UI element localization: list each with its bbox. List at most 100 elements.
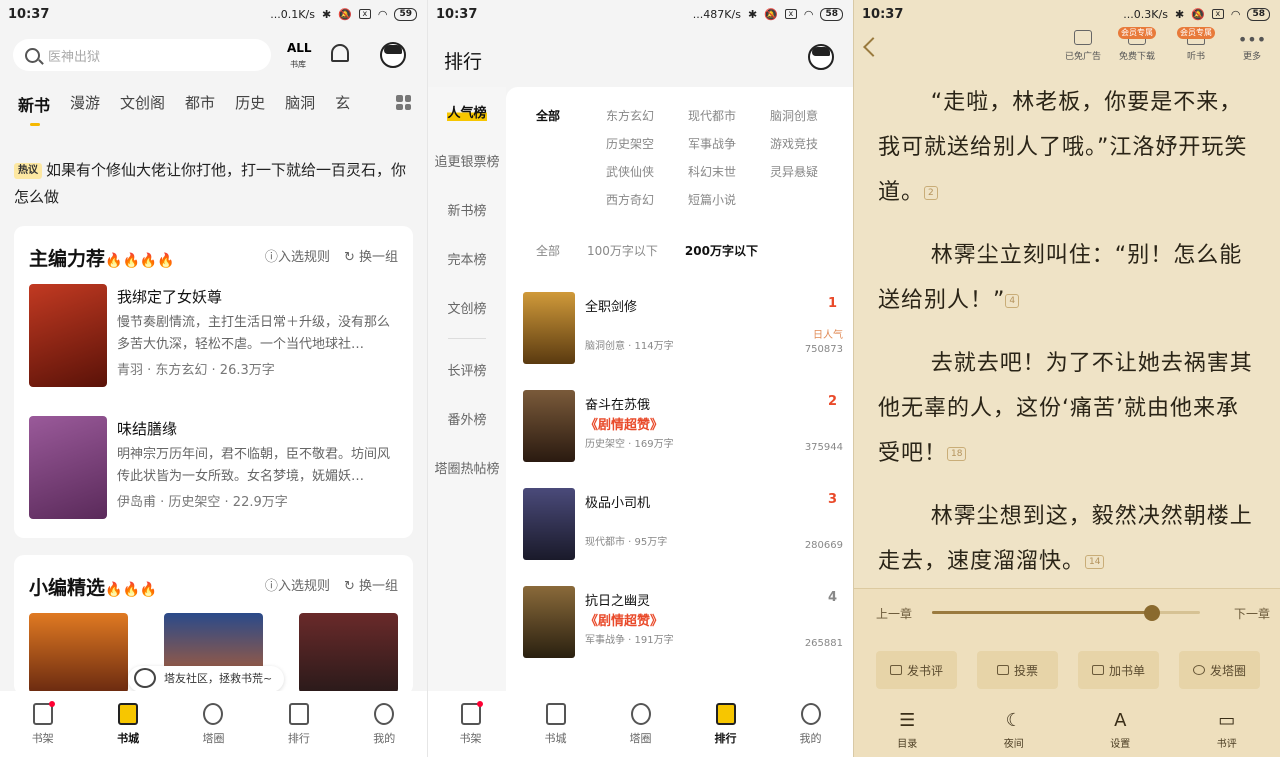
book-item[interactable]: 味结膳缘 明神宗万历年间，君不临朝，臣不敬君。坊间风传此状皆为一女所致。女名梦境… (29, 416, 399, 519)
rank-item[interactable]: 奋斗在苏俄 《剧情超赞》 历史架空 · 169万字 2 375944 (523, 390, 843, 464)
vote-button[interactable]: 投票 (977, 651, 1058, 689)
filter-length[interactable]: 全部 (536, 242, 560, 259)
filter-length[interactable]: 100万字以下 (587, 242, 658, 259)
hot-topic[interactable]: 热议 如果有个修仙大佬让你打他，打一下就给一百灵石，你怎么做 (14, 157, 414, 211)
filter-genre[interactable]: 脑洞创意 (770, 107, 852, 124)
prev-chapter-button[interactable]: 上一章 (876, 605, 912, 622)
filter-genre[interactable]: 短篇小说 (688, 191, 770, 208)
rule-link[interactable]: ⓘ入选规则 (265, 246, 330, 265)
tab-fantasy[interactable]: 玄 (335, 92, 350, 116)
night-mode-button[interactable]: ☾ 夜间 (984, 710, 1044, 750)
filter-genre[interactable]: 灵异悬疑 (770, 163, 852, 180)
rank-item[interactable]: 抗日之幽灵 《剧情超赞》 军事战争 · 191万字 4 265881 (523, 586, 843, 660)
bell-icon[interactable] (331, 44, 349, 62)
side-complete[interactable]: 完本榜 (428, 234, 506, 283)
review-button[interactable]: 发书评 (876, 651, 957, 689)
side-ticket[interactable]: 追更银票榜 (428, 136, 506, 185)
rank-item[interactable]: 全职剑修 脑洞创意 · 114万字 1 日人气 750873 (523, 292, 843, 366)
filter-genre[interactable]: 武侠仙侠 (606, 163, 688, 180)
rank-number: 2 (827, 394, 837, 409)
filter-all[interactable]: 全部 (536, 107, 606, 124)
nav-bookshelf[interactable]: 书架 (441, 700, 501, 746)
nav-mine[interactable]: 我的 (781, 702, 841, 746)
nav-mine[interactable]: 我的 (354, 702, 414, 746)
nav-ranking[interactable]: 排行 (696, 702, 756, 746)
tab-comic[interactable]: 漫游 (70, 92, 100, 116)
nav-circle[interactable]: 塔圈 (611, 702, 671, 746)
reader-bottom-bar: ☰ 目录 ☾ 夜间 A 设置 ▭ 书评 (854, 703, 1280, 757)
side-wenchuang[interactable]: 文创榜 (428, 283, 506, 332)
filter-length[interactable]: 200万字以下 (685, 242, 758, 259)
library-button[interactable]: ALL 书库 (287, 42, 312, 70)
side-new[interactable]: 新书榜 (428, 185, 506, 234)
search-input[interactable]: 医神出狱 (13, 39, 271, 71)
comments-button[interactable]: ▭ 书评 (1197, 710, 1257, 750)
more-icon: ••• (1237, 30, 1267, 49)
next-chapter-button[interactable]: 下一章 (1234, 605, 1270, 622)
book-cover[interactable] (299, 613, 398, 693)
tab-urban[interactable]: 都市 (185, 92, 215, 116)
book-item[interactable]: 我绑定了女妖尊 慢节奏剧情流，主打生活日常＋升级，没有那么多苦大仇深，轻松不虐。… (29, 284, 399, 387)
avatar[interactable] (808, 44, 834, 70)
status-time: 10:37 (436, 6, 478, 22)
comment-count[interactable]: 18 (947, 447, 967, 461)
bookstore-screen: 10:37 ...0.1K/s ✱ 🔕 x ◠ 59 医神出狱 ALL 书库 新书 漫游 文… (0, 0, 427, 757)
filter-genre[interactable]: 科幻末世 (688, 163, 770, 180)
comment-count[interactable]: 14 (1085, 555, 1105, 569)
side-review[interactable]: 长评榜 (428, 345, 506, 394)
side-extra[interactable]: 番外榜 (428, 394, 506, 443)
bluetooth-icon: ✱ (747, 7, 758, 21)
add-booklist-button[interactable]: 加书单 (1078, 651, 1159, 689)
genre-filter: 全部 东方玄幻 现代都市 脑洞创意 历史架空 军事战争 游戏竞技 武侠仙侠 科幻末世 灵异悬疑… (536, 107, 852, 208)
wifi-icon: ◠ (377, 7, 388, 21)
comment-count[interactable]: 4 (1005, 294, 1020, 308)
grid-icon[interactable] (396, 95, 411, 110)
filter-genre[interactable]: 东方玄幻 (606, 107, 688, 124)
side-popular[interactable]: 人气榜 (428, 87, 506, 136)
rank-item[interactable]: 极品小司机 现代都市 · 95万字 3 280669 (523, 488, 843, 562)
ad-free-button[interactable]: 已免广告 (1059, 30, 1107, 62)
side-hotpost[interactable]: 塔圈热帖榜 (428, 443, 506, 492)
tab-brainhole[interactable]: 脑洞 (285, 92, 315, 116)
slider-handle[interactable] (1143, 605, 1160, 621)
ranking-screen: 10:37 ...487K/s ✱ 🔕 x ◠ 58 排行 人气榜 追更银票榜 新书榜 完… (427, 0, 853, 757)
mute-icon: 🔕 (1191, 7, 1205, 21)
filter-genre[interactable]: 游戏竞技 (770, 135, 852, 152)
filter-genre[interactable]: 军事战争 (688, 135, 770, 152)
avatar[interactable] (380, 42, 406, 68)
battery-icon: 59 (394, 7, 417, 21)
community-bubble[interactable]: 塔友社区，拯救书荒~ (128, 666, 285, 692)
bookshelf-icon (460, 700, 483, 725)
swap-button[interactable]: ↻ 换一组 (344, 575, 398, 594)
filter-genre[interactable]: 西方奇幻 (606, 191, 688, 208)
nav-bookstore[interactable]: 书城 (98, 702, 158, 746)
back-icon[interactable] (863, 37, 883, 57)
filter-genre[interactable]: 历史架空 (606, 135, 688, 152)
tab-new[interactable]: 新书 (18, 92, 50, 126)
book-cover[interactable] (29, 613, 128, 693)
settings-button[interactable]: A 设置 (1090, 710, 1150, 750)
tab-wenchuang[interactable]: 文创阁 (120, 92, 165, 116)
book-title: 极品小司机 (585, 496, 651, 511)
chapter-progress-slider[interactable] (932, 605, 1200, 621)
listen-button[interactable]: 会员专属 听书 (1172, 27, 1220, 62)
catalog-button[interactable]: ☰ 目录 (877, 710, 937, 750)
book-meta: 现代都市 · 95万字 (585, 537, 668, 548)
bubble-text: 塔友社区，拯救书荒~ (164, 672, 273, 685)
book-title: 奋斗在苏俄 (585, 398, 651, 413)
nav-bookstore[interactable]: 书城 (526, 702, 586, 746)
nav-ranking[interactable]: 排行 (269, 702, 329, 746)
tab-history[interactable]: 历史 (235, 92, 265, 116)
filter-genre[interactable]: 现代都市 (688, 107, 770, 124)
rule-link[interactable]: ⓘ入选规则 (265, 575, 330, 594)
bluetooth-icon: ✱ (1174, 7, 1185, 21)
download-button[interactable]: 会员专属 免费下载 (1113, 27, 1161, 62)
post-circle-button[interactable]: 发塔圈 (1179, 651, 1260, 689)
book-cover (523, 586, 575, 658)
comment-count[interactable]: 2 (924, 186, 938, 200)
book-meta: 青羽 · 东方玄幻 · 26.3万字 (117, 363, 275, 378)
swap-button[interactable]: ↻ 换一组 (344, 246, 398, 265)
more-button[interactable]: ••• 更多 (1228, 30, 1276, 62)
nav-bookshelf[interactable]: 书架 (13, 700, 73, 746)
nav-circle[interactable]: 塔圈 (183, 702, 243, 746)
